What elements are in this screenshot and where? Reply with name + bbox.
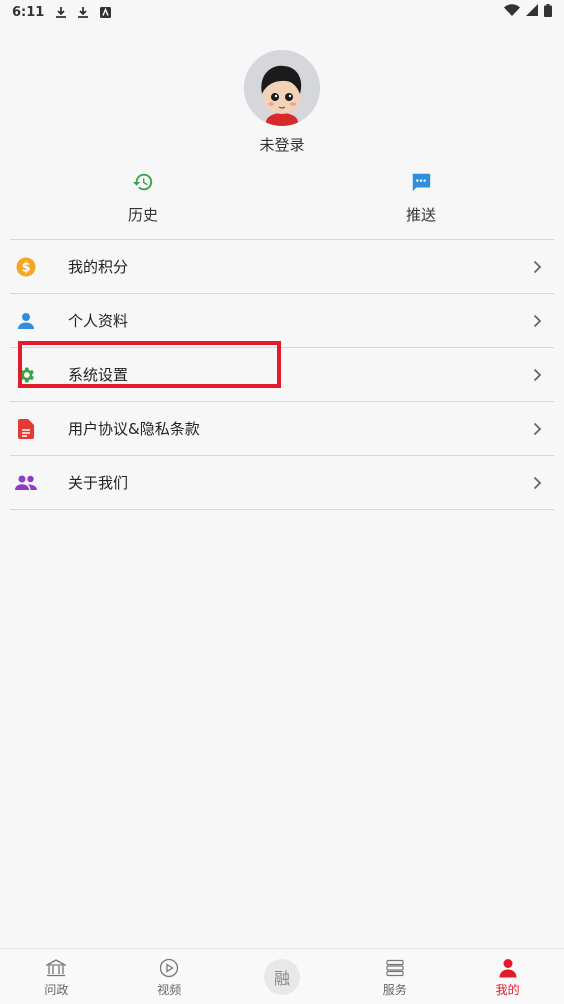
app-notification-icon xyxy=(98,5,112,19)
chevron-right-icon xyxy=(530,476,544,490)
chevron-right-icon xyxy=(530,422,544,436)
menu-item-label: 个人资料 xyxy=(68,312,129,330)
battery-icon xyxy=(544,3,552,21)
tab-label: 服务 xyxy=(382,982,407,997)
bottom-tab-bar: 问政 视频 融 服务 我的 xyxy=(0,948,564,1004)
signal-icon xyxy=(526,4,538,20)
push-label: 推送 xyxy=(405,206,436,224)
status-time: 6:11 xyxy=(12,4,45,20)
tab-label: 问政 xyxy=(44,982,69,997)
download-icon xyxy=(54,5,68,19)
menu-item-about-us[interactable]: 关于我们 xyxy=(10,456,554,510)
tab-service[interactable]: 服务 xyxy=(338,949,451,1004)
login-status-label[interactable]: 未登录 xyxy=(259,134,304,155)
menu-item-profile[interactable]: 个人资料 xyxy=(10,294,554,348)
government-icon xyxy=(44,956,68,980)
avatar[interactable] xyxy=(244,50,320,126)
group-icon xyxy=(15,472,37,494)
quick-actions: 历史 推送 xyxy=(0,170,564,226)
menu-item-label: 关于我们 xyxy=(68,474,129,492)
svg-text:$: $ xyxy=(21,260,30,275)
menu-item-label: 我的积分 xyxy=(68,258,129,276)
tab-label: 我的 xyxy=(495,982,520,997)
menu-item-user-agreement[interactable]: 用户协议&隐私条款 xyxy=(10,402,554,456)
push-button[interactable]: 推送 xyxy=(371,170,471,225)
list-icon xyxy=(383,956,407,980)
history-button[interactable]: 历史 xyxy=(93,170,193,225)
status-bar: 6:11 xyxy=(0,0,564,24)
document-icon xyxy=(15,418,37,440)
chevron-right-icon xyxy=(530,260,544,274)
coin-icon: $ xyxy=(15,256,37,278)
chevron-right-icon xyxy=(530,314,544,328)
settings-icon xyxy=(15,364,37,386)
profile-header: 未登录 xyxy=(0,50,564,155)
wifi-icon xyxy=(504,4,520,20)
history-icon xyxy=(131,170,155,194)
center-icon: 融 xyxy=(263,958,300,995)
tab-mine[interactable]: 我的 xyxy=(451,949,564,1004)
menu-item-points[interactable]: $ 我的积分 xyxy=(10,240,554,294)
tab-government[interactable]: 问政 xyxy=(0,949,113,1004)
settings-menu: $ 我的积分 个人资料 系统设置 用户协议&隐私条款 关于我们 xyxy=(10,239,554,510)
message-icon xyxy=(409,170,433,194)
tab-label: 视频 xyxy=(157,982,182,997)
menu-item-label: 系统设置 xyxy=(68,366,129,384)
chevron-right-icon xyxy=(530,368,544,382)
tab-center[interactable]: 融 xyxy=(226,949,339,1004)
tab-video[interactable]: 视频 xyxy=(113,949,226,1004)
menu-item-label: 用户协议&隐私条款 xyxy=(68,420,200,438)
person-icon xyxy=(15,310,37,332)
history-label: 历史 xyxy=(127,206,158,224)
menu-item-system-settings[interactable]: 系统设置 xyxy=(10,348,554,402)
download-icon xyxy=(76,5,90,19)
play-icon xyxy=(157,956,181,980)
profile-icon xyxy=(496,956,520,980)
